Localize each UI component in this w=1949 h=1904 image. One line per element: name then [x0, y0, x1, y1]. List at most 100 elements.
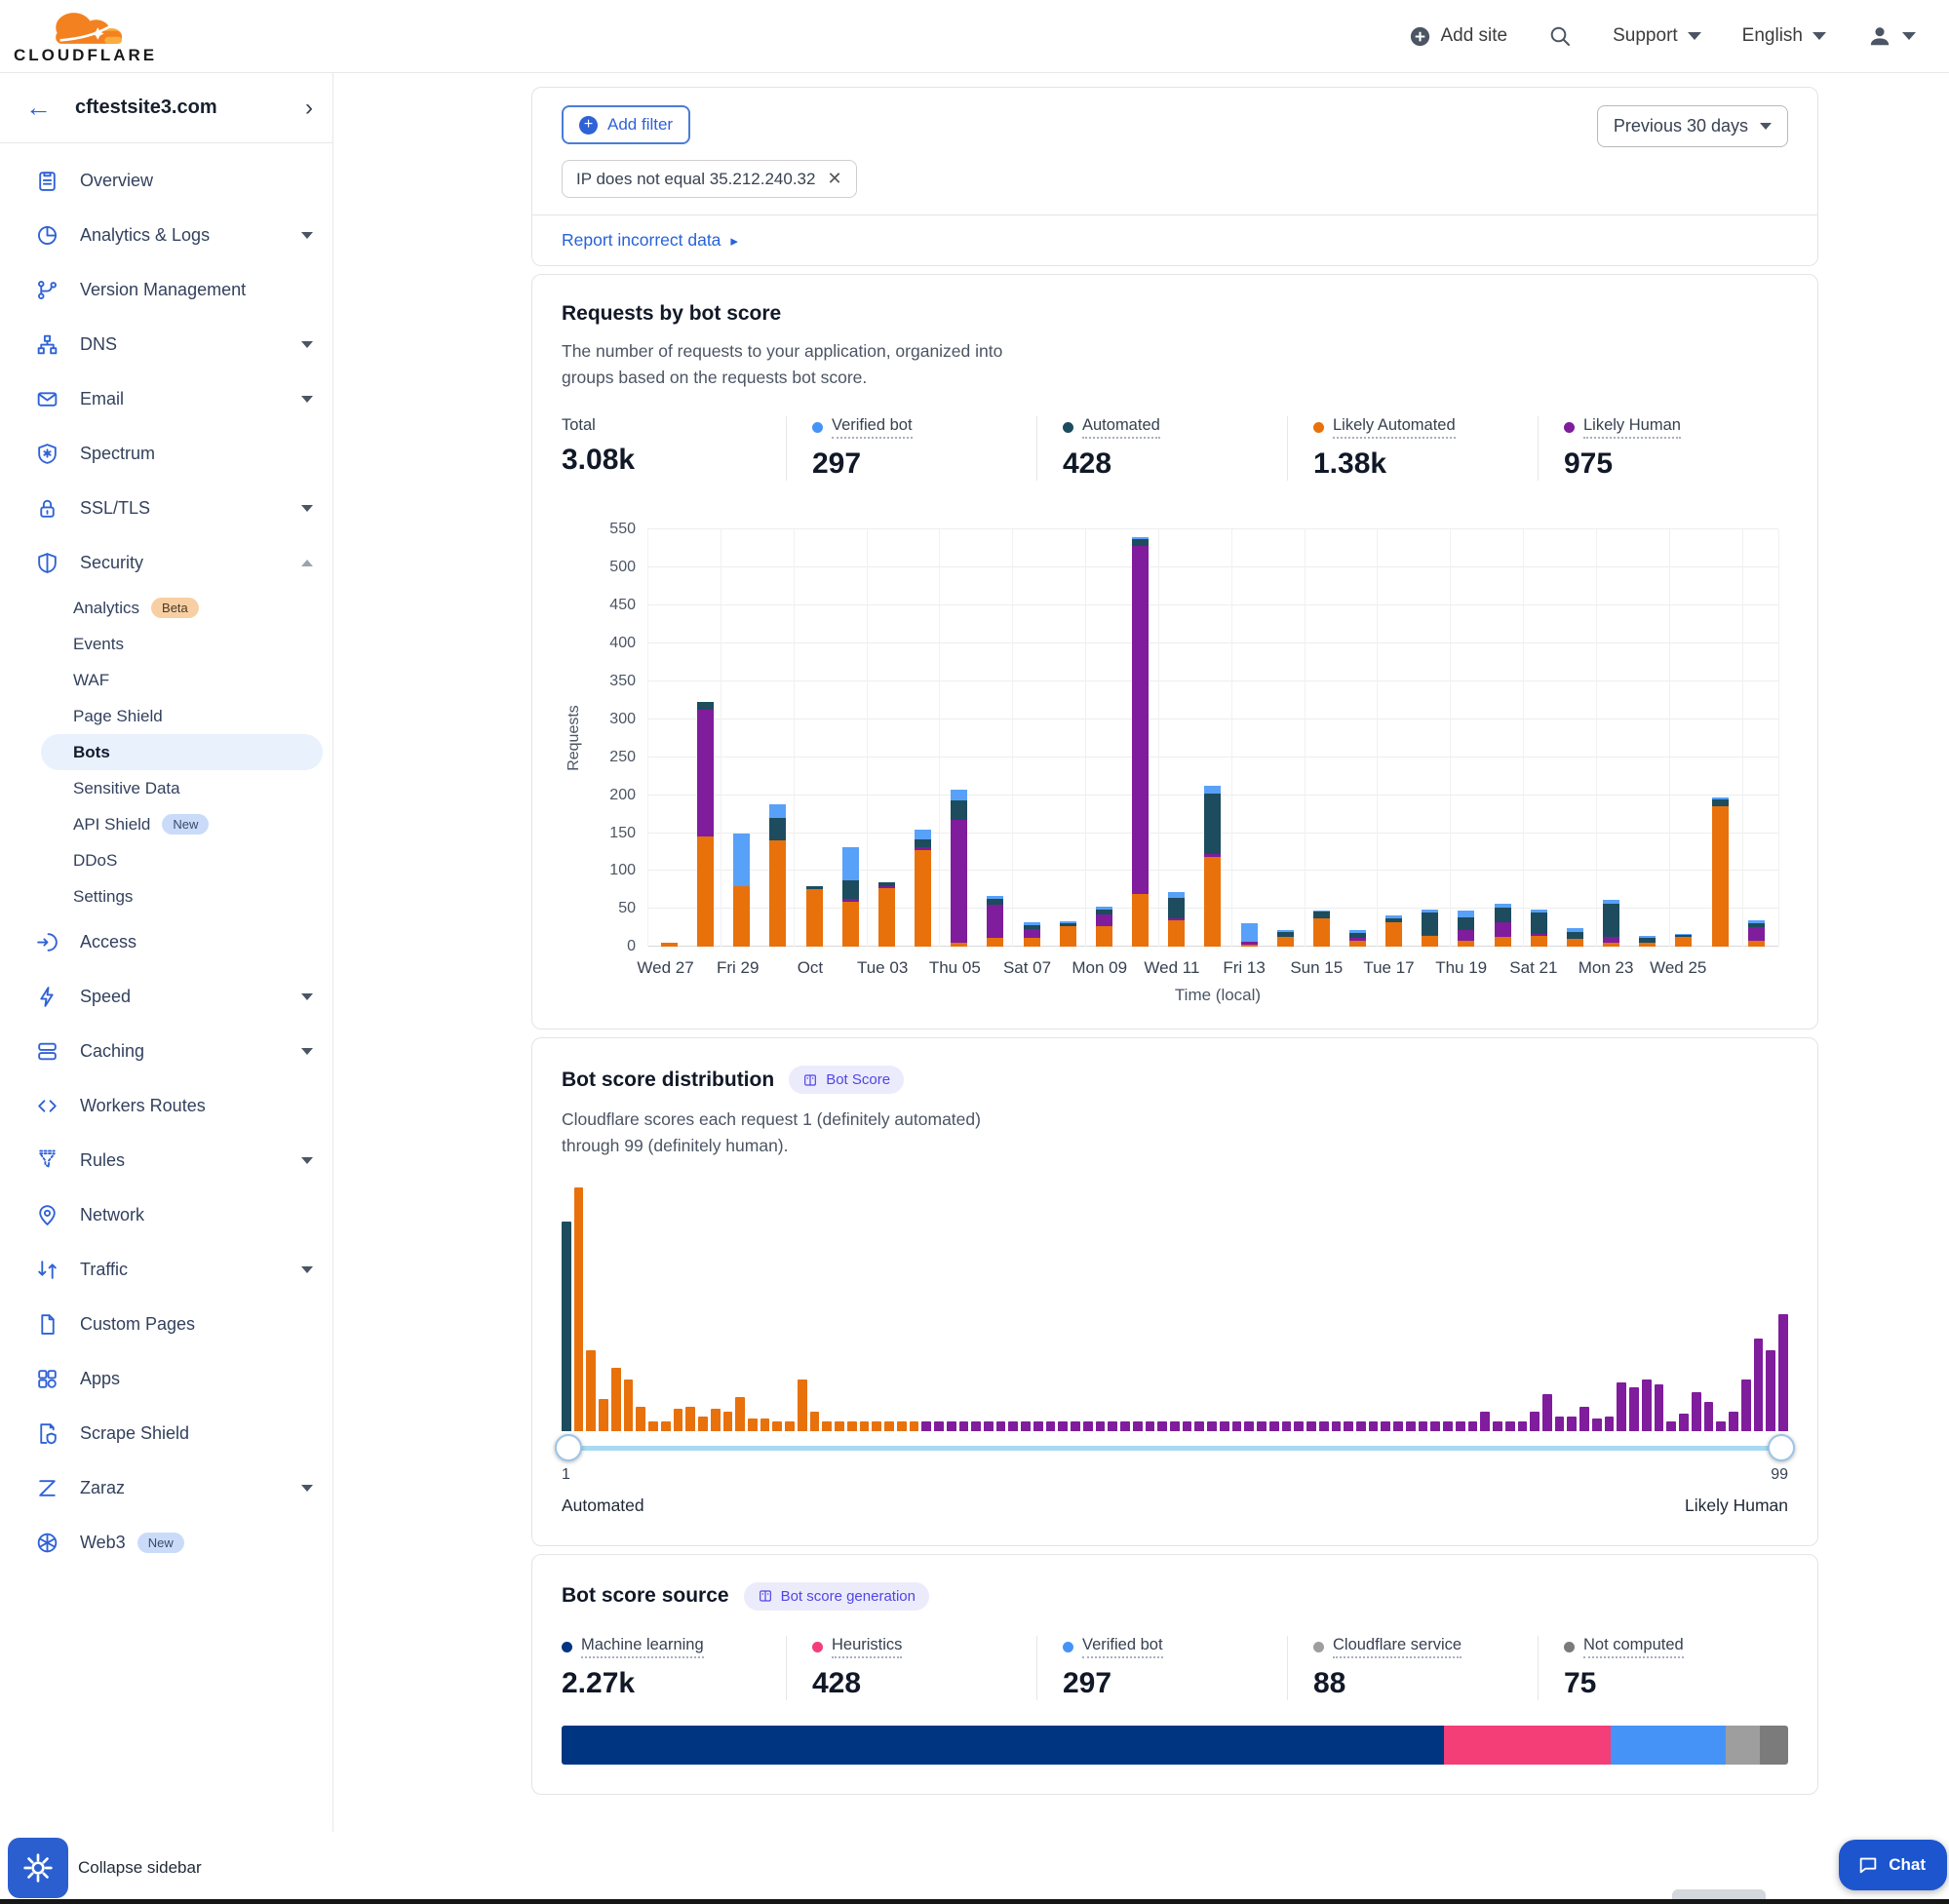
histogram-bar [1393, 1421, 1403, 1431]
sidebar-item-rules[interactable]: Rules [0, 1133, 332, 1187]
add-site-button[interactable]: Add site [1410, 25, 1507, 47]
requests-by-bot-score-card: Requests by bot score The number of requ… [531, 274, 1818, 1030]
sidebar-item-custom-pages[interactable]: Custom Pages [0, 1297, 332, 1351]
slider-track [562, 1446, 1788, 1451]
stat-value: 428 [1063, 447, 1287, 481]
sidebar-subitem-sensitive-data[interactable]: Sensitive Data [41, 770, 323, 806]
sidebar-subitem-analytics[interactable]: AnalyticsBeta [41, 590, 323, 626]
sidebar-item-spectrum[interactable]: Spectrum [0, 426, 332, 481]
histogram-bar [1381, 1421, 1390, 1431]
chevron-right-icon[interactable]: › [305, 95, 313, 122]
stat-label[interactable]: Heuristics [812, 1636, 902, 1658]
stat-label[interactable]: Cloudflare service [1313, 1636, 1462, 1658]
stat-label[interactable]: Machine learning [562, 1636, 704, 1658]
sidebar-item-ssl-tls[interactable]: SSL/TLS [0, 481, 332, 535]
slider-handle-min[interactable] [555, 1434, 582, 1461]
bar-segment-likely_automated [1313, 918, 1330, 947]
settings-gear-button[interactable] [8, 1838, 68, 1898]
bar-segment-verified_bot [1458, 911, 1474, 917]
sidebar-item-analytics-logs[interactable]: Analytics & Logs [0, 208, 332, 262]
stat-label[interactable]: Verified bot [1063, 1636, 1163, 1658]
x-tick-label: Thu 19 [1435, 958, 1487, 978]
bot-score-docs-badge[interactable]: Bot Score [789, 1066, 904, 1094]
stat-value: 75 [1564, 1667, 1788, 1700]
sidebar-item-scrape-shield[interactable]: Scrape Shield [0, 1406, 332, 1460]
language-menu[interactable]: English [1742, 25, 1826, 47]
bot-score-generation-docs-badge[interactable]: Bot score generation [744, 1582, 929, 1611]
sidebar-subitem-page-shield[interactable]: Page Shield [41, 698, 323, 734]
sidebar-item-apps[interactable]: Apps [0, 1351, 332, 1406]
add-filter-button[interactable]: + Add filter [562, 105, 690, 144]
date-range-dropdown[interactable]: Previous 30 days [1597, 105, 1788, 147]
requests-chart: Requests 0501001502002503003504004505005… [562, 529, 1788, 984]
sidebar-item-workers-routes[interactable]: Workers Routes [0, 1078, 332, 1133]
sidebar-subitem-bots[interactable]: Bots [41, 734, 323, 770]
stat-automated: Automated 428 [1036, 416, 1287, 481]
sidebar-item-caching[interactable]: Caching [0, 1024, 332, 1078]
bar-segment-likely_automated [1277, 937, 1294, 947]
stat-verified-bot: Verified bot297 [1036, 1636, 1287, 1700]
stat-label[interactable]: Verified bot [812, 416, 913, 439]
source-segment-machine-learning [562, 1726, 1444, 1765]
histogram-bar [996, 1421, 1006, 1431]
sidebar-item-version-management[interactable]: Version Management [0, 262, 332, 317]
sidebar-subitem-label: Settings [73, 887, 133, 907]
sidebar-subitem-waf[interactable]: WAF [41, 662, 323, 698]
sidebar-item-security[interactable]: Security [0, 535, 332, 590]
stat-likely-automated: Likely Automated1.38k [1287, 416, 1538, 481]
sidebar-subitem-label: Sensitive Data [73, 779, 180, 798]
remove-filter-icon[interactable]: ✕ [827, 169, 841, 189]
histogram-bar [1369, 1421, 1379, 1431]
stat-label-text: Likely Automated [1333, 416, 1456, 439]
apps-icon [35, 1367, 59, 1391]
account-menu[interactable] [1867, 23, 1916, 49]
bar-segment-automated [1531, 913, 1547, 934]
sidebar-item-label: Caching [80, 1041, 144, 1062]
badge-label: Bot score generation [781, 1588, 916, 1605]
sidebar-item-label: Zaraz [80, 1478, 125, 1498]
stat-label[interactable]: Automated [1063, 416, 1160, 439]
stat-label[interactable]: Likely Automated [1313, 416, 1456, 439]
stat-label[interactable]: Likely Human [1564, 416, 1681, 439]
sidebar-item-access[interactable]: Access [0, 914, 332, 969]
sidebar-item-overview[interactable]: Overview [0, 153, 332, 208]
subtitle-line: Cloudflare scores each request 1 (defini… [562, 1107, 1788, 1133]
histogram-bar [1220, 1421, 1229, 1431]
histogram-bar [910, 1421, 919, 1431]
cloudflare-cloud-icon [37, 7, 135, 50]
support-menu[interactable]: Support [1613, 25, 1701, 47]
chat-button[interactable]: Chat [1839, 1840, 1947, 1890]
stat-label[interactable]: Total [562, 416, 596, 435]
histogram-bar [1704, 1402, 1714, 1431]
sidebar-item-zaraz[interactable]: Zaraz [0, 1460, 332, 1515]
histogram-bar [1157, 1421, 1167, 1431]
stacked-bar [987, 896, 1003, 947]
stat-label[interactable]: Not computed [1564, 1636, 1684, 1658]
histogram-bar [1741, 1379, 1751, 1431]
back-arrow-icon[interactable]: ← [25, 93, 52, 123]
sidebar-item-label: Custom Pages [80, 1314, 195, 1335]
sidebar-item-dns[interactable]: DNS [0, 317, 332, 371]
bar-segment-likely_human [1132, 546, 1149, 893]
sidebar-item-speed[interactable]: Speed [0, 969, 332, 1024]
sidebar-item-web3[interactable]: Web3New [0, 1515, 332, 1570]
report-incorrect-data-link[interactable]: Report incorrect data ▸ [562, 230, 738, 251]
sidebar-item-traffic[interactable]: Traffic [0, 1242, 332, 1297]
x-tick-label: Oct [798, 958, 823, 978]
cloudflare-logo[interactable]: CLOUDFLARE [14, 7, 157, 65]
slider-handle-max[interactable] [1768, 1434, 1795, 1461]
sidebar-subitem-settings[interactable]: Settings [41, 878, 323, 914]
bar-segment-likely_automated [1567, 939, 1583, 947]
bar-segment-likely_human [951, 820, 967, 944]
collapse-sidebar-label[interactable]: Collapse sidebar [78, 1858, 202, 1878]
sidebar-subitem-label: DDoS [73, 851, 117, 871]
histogram-bar [798, 1379, 807, 1431]
sidebar-item-network[interactable]: Network [0, 1187, 332, 1242]
sidebar-subitem-api-shield[interactable]: API ShieldNew [41, 806, 323, 842]
stat-value: 2.27k [562, 1667, 786, 1700]
search-button[interactable] [1548, 24, 1572, 48]
sidebar-item-email[interactable]: Email [0, 371, 332, 426]
bar-segment-likely_human [1024, 929, 1040, 938]
sidebar-subitem-ddos[interactable]: DDoS [41, 842, 323, 878]
sidebar-subitem-events[interactable]: Events [41, 626, 323, 662]
